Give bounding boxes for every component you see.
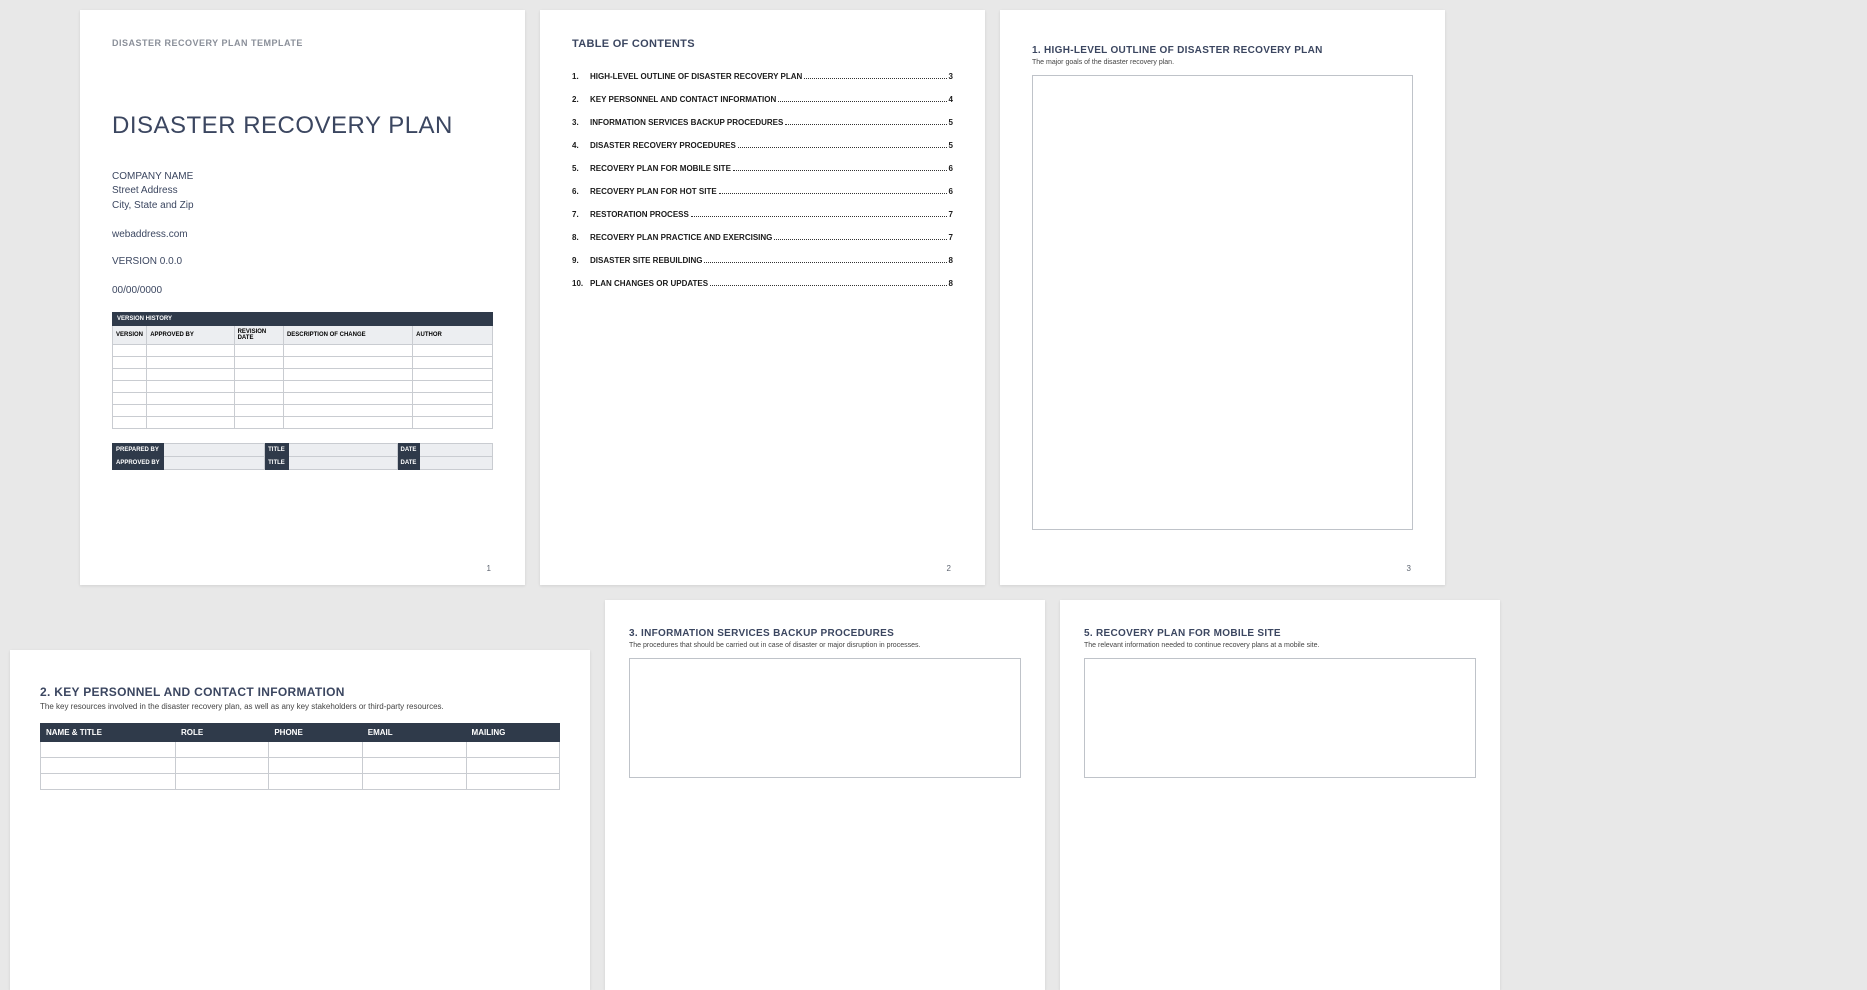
- toc-item: 1.HIGH-LEVEL OUTLINE OF DISASTER RECOVER…: [572, 72, 953, 81]
- section-heading: 1. HIGH-LEVEL OUTLINE OF DISASTER RECOVE…: [1032, 45, 1413, 56]
- col-role: ROLE: [175, 724, 268, 742]
- table-row: [113, 345, 493, 357]
- section-heading: 3. INFORMATION SERVICES BACKUP PROCEDURE…: [629, 628, 1021, 639]
- company-name: COMPANY NAME: [112, 170, 493, 185]
- web-address: webaddress.com: [112, 229, 493, 240]
- section-subtext: The procedures that should be carried ou…: [629, 642, 1021, 649]
- toc-item: 7.RESTORATION PROCESS7: [572, 210, 953, 219]
- col-email: EMAIL: [362, 724, 466, 742]
- vh-col-desc: DESCRIPTION OF CHANGE: [283, 326, 412, 345]
- sig-title2: TITLE: [265, 457, 289, 470]
- content-box: [629, 658, 1021, 778]
- toc-title: TABLE OF CONTENTS: [572, 38, 953, 50]
- page-number: 1: [487, 564, 491, 573]
- sig-approved: APPROVED BY: [113, 457, 164, 470]
- doc-page-6: 5. RECOVERY PLAN FOR MOBILE SITE The rel…: [1060, 600, 1500, 990]
- doc-page-4: 2. KEY PERSONNEL AND CONTACT INFORMATION…: [10, 650, 590, 990]
- table-row: [113, 357, 493, 369]
- col-name: NAME & TITLE: [41, 724, 176, 742]
- vh-col-version: VERSION: [113, 326, 147, 345]
- table-row: [113, 405, 493, 417]
- section-subtext: The key resources involved in the disast…: [40, 702, 560, 711]
- table-row: [41, 758, 560, 774]
- version-line: VERSION 0.0.0: [112, 256, 493, 267]
- toc-item: 3.INFORMATION SERVICES BACKUP PROCEDURES…: [572, 118, 953, 127]
- sig-title: TITLE: [265, 444, 289, 457]
- personnel-table: NAME & TITLE ROLE PHONE EMAIL MAILING: [40, 723, 560, 790]
- vh-col-revdate: REVISION DATE: [234, 326, 283, 345]
- table-row: [113, 417, 493, 429]
- toc-item: 6.RECOVERY PLAN FOR HOT SITE6: [572, 187, 953, 196]
- table-row: [113, 393, 493, 405]
- table-row: [41, 774, 560, 790]
- template-label: DISASTER RECOVERY PLAN TEMPLATE: [112, 38, 493, 48]
- section-heading: 5. RECOVERY PLAN FOR MOBILE SITE: [1084, 628, 1476, 639]
- doc-page-1: DISASTER RECOVERY PLAN TEMPLATE DISASTER…: [80, 10, 525, 585]
- street-address: Street Address: [112, 184, 493, 199]
- section-subtext: The major goals of the disaster recovery…: [1032, 59, 1413, 66]
- toc-item: 4.DISASTER RECOVERY PROCEDURES5: [572, 141, 953, 150]
- table-row: APPROVED BY TITLE DATE: [113, 457, 493, 470]
- city-state-zip: City, State and Zip: [112, 199, 493, 214]
- col-mail: MAILING: [466, 724, 559, 742]
- sig-date: DATE: [397, 444, 420, 457]
- toc-item: 8.RECOVERY PLAN PRACTICE AND EXERCISING7: [572, 233, 953, 242]
- toc-item: 10.PLAN CHANGES OR UPDATES8: [572, 279, 953, 288]
- sig-date2: DATE: [397, 457, 420, 470]
- sig-prepared: PREPARED BY: [113, 444, 164, 457]
- table-row: PREPARED BY TITLE DATE: [113, 444, 493, 457]
- content-box: [1084, 658, 1476, 778]
- doc-page-2: TABLE OF CONTENTS 1.HIGH-LEVEL OUTLINE O…: [540, 10, 985, 585]
- doc-page-3: 1. HIGH-LEVEL OUTLINE OF DISASTER RECOVE…: [1000, 10, 1445, 585]
- section-subtext: The relevant information needed to conti…: [1084, 642, 1476, 649]
- content-box: [1032, 75, 1413, 530]
- date-line: 00/00/0000: [112, 285, 493, 296]
- toc-list: 1.HIGH-LEVEL OUTLINE OF DISASTER RECOVER…: [572, 72, 953, 288]
- col-phone: PHONE: [269, 724, 362, 742]
- toc-item: 5.RECOVERY PLAN FOR MOBILE SITE6: [572, 164, 953, 173]
- table-row: [113, 369, 493, 381]
- signoff-table: PREPARED BY TITLE DATE APPROVED BY TITLE…: [112, 443, 493, 470]
- vh-col-approved: APPROVED BY: [147, 326, 234, 345]
- version-history-table: VERSION HISTORY VERSION APPROVED BY REVI…: [112, 312, 493, 429]
- page-number: 3: [1407, 564, 1411, 573]
- doc-page-5: 3. INFORMATION SERVICES BACKUP PROCEDURE…: [605, 600, 1045, 990]
- toc-item: 2.KEY PERSONNEL AND CONTACT INFORMATION4: [572, 95, 953, 104]
- vh-header: VERSION HISTORY: [113, 313, 493, 326]
- vh-col-author: AUTHOR: [413, 326, 493, 345]
- toc-item: 9.DISASTER SITE REBUILDING8: [572, 256, 953, 265]
- page-number: 2: [947, 564, 951, 573]
- table-row: [41, 742, 560, 758]
- company-block: COMPANY NAME Street Address City, State …: [112, 170, 493, 214]
- doc-title: DISASTER RECOVERY PLAN: [112, 112, 493, 140]
- table-row: [113, 381, 493, 393]
- section-heading: 2. KEY PERSONNEL AND CONTACT INFORMATION: [40, 685, 560, 699]
